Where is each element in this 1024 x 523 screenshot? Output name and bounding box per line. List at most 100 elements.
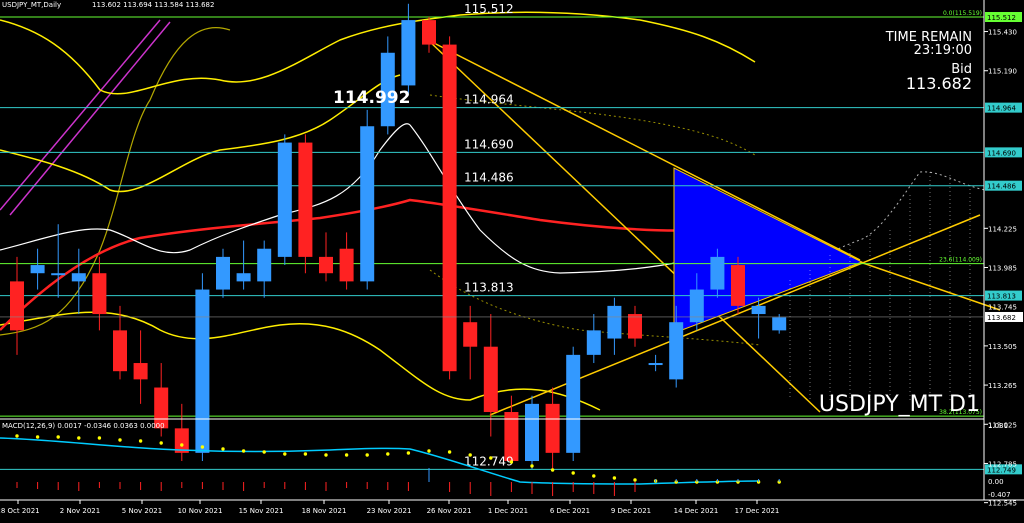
price-tick-label: 113.265 xyxy=(988,382,1017,390)
macd-signal-dot xyxy=(571,471,575,475)
price-tick-label: 112.785 xyxy=(988,460,1017,468)
macd-signal-dot xyxy=(262,450,266,454)
bid-value: 113.682 xyxy=(906,74,972,93)
candle-body xyxy=(113,330,127,372)
macd-signal-dot xyxy=(56,435,60,439)
price-tick-label: 113.985 xyxy=(988,265,1017,273)
candle-body xyxy=(277,142,292,257)
fib-level-label: 23.6(114.009) xyxy=(939,257,982,264)
macd-signal-dot xyxy=(365,453,369,457)
macd-signal-dot xyxy=(159,441,163,445)
ohlc-header: 113.602 113.694 113.584 113.682 xyxy=(92,1,214,9)
symbol-watermark: USDJPY_MT D1 xyxy=(819,392,980,417)
macd-signal-dot xyxy=(97,436,102,440)
axis-level-tag-text: 114.690 xyxy=(987,149,1016,157)
macd-signal-dot xyxy=(15,434,19,438)
candle-body xyxy=(586,330,601,355)
date-tick-label: 14 Dec 2021 xyxy=(674,507,719,515)
macd-signal-dot xyxy=(35,435,40,439)
price-tick-label: 112.545 xyxy=(988,500,1017,508)
macd-axis-top: 1.031 xyxy=(988,422,1008,430)
macd-signal-dot xyxy=(221,447,225,451)
candle-body xyxy=(628,314,642,339)
macd-signal-dot xyxy=(386,452,390,456)
candle-body xyxy=(92,273,107,315)
fib-level-label: 0.0(115.519) xyxy=(943,10,982,17)
macd-signal-dot xyxy=(344,453,349,457)
chart-window[interactable]: 115.512 0.0(115.519) 115.512 114.964 114.964… xyxy=(0,0,1024,519)
symbol-header: USDJPY_MT,Daily xyxy=(2,1,61,9)
current-price-tag-text: 113.682 xyxy=(987,314,1016,322)
candle-body xyxy=(10,281,24,331)
candle-body xyxy=(51,273,66,276)
candle-body xyxy=(710,256,725,290)
macd-signal-dot xyxy=(241,449,246,453)
level-label: 114.964 xyxy=(464,93,514,107)
candle-body xyxy=(195,289,210,453)
date-tick-label: 10 Nov 2021 xyxy=(178,507,223,515)
level-label: 113.813 xyxy=(464,281,514,295)
level-label: 114.690 xyxy=(464,137,514,151)
macd-signal-dot xyxy=(283,452,287,456)
candle-body xyxy=(689,289,704,323)
macd-signal-dot xyxy=(303,452,308,456)
axis-level-tag-text: 114.486 xyxy=(987,183,1016,191)
candle-body xyxy=(566,354,581,453)
candle-body xyxy=(545,403,560,453)
macd-label: MACD(12,26,9) 0.0017 -0.0346 0.0363 0.00… xyxy=(2,422,165,430)
candle-body xyxy=(236,273,251,282)
macd-signal-dot xyxy=(530,464,534,468)
candle-body xyxy=(298,142,313,257)
macd-signal-dot xyxy=(200,445,205,449)
candle-body xyxy=(772,317,787,331)
level-label: 115.512 xyxy=(464,2,514,16)
price-tick-label: 113.505 xyxy=(988,343,1017,351)
candle-body xyxy=(257,248,272,282)
price-tick-label: 114.225 xyxy=(988,225,1017,233)
macd-signal-dot xyxy=(633,478,637,482)
candle-body xyxy=(442,44,457,372)
date-tick-label: 9 Dec 2021 xyxy=(611,507,651,515)
date-tick-label: 2 Nov 2021 xyxy=(60,507,100,515)
macd-signal-dot xyxy=(180,443,184,447)
candle-body xyxy=(463,322,478,347)
macd-signal-dot xyxy=(406,451,411,455)
axis-level-tag-text: 113.813 xyxy=(987,293,1016,301)
date-tick-label: 17 Dec 2021 xyxy=(735,507,780,515)
candle-body xyxy=(133,363,148,380)
candle-body xyxy=(607,305,622,339)
macd-signal-dot xyxy=(447,450,452,454)
macd-signal-dot xyxy=(612,476,617,480)
price-chart[interactable]: 115.512 0.0(115.519) 115.512 114.964 114.964… xyxy=(0,0,1024,519)
date-tick-label: 28 Oct 2021 xyxy=(0,507,40,515)
price-tick-label: 115.190 xyxy=(988,68,1017,76)
date-tick-label: 5 Nov 2021 xyxy=(122,507,162,515)
candle-body xyxy=(525,403,539,462)
candle-body xyxy=(669,322,684,380)
candle-body xyxy=(360,126,375,282)
candle-body xyxy=(216,256,230,290)
price-tick-label: 115.430 xyxy=(988,29,1017,37)
macd-axis-zero: 0.00 xyxy=(988,478,1004,486)
candle-body xyxy=(422,20,436,45)
candle-body xyxy=(731,265,745,306)
candle-body xyxy=(483,346,498,413)
candle-body xyxy=(751,305,766,315)
candle-body xyxy=(339,248,354,282)
macd-signal-dot xyxy=(468,453,472,457)
macd-signal-dot xyxy=(592,474,596,478)
candle-body xyxy=(319,256,333,274)
price-extra-label: 113.745 xyxy=(988,304,1017,312)
candle-body xyxy=(401,20,416,86)
level-label: 114.486 xyxy=(464,171,514,185)
macd-signal-dot xyxy=(509,460,514,464)
candle-body xyxy=(71,273,86,282)
time-remain-value: 23:19:00 xyxy=(914,43,972,58)
macd-signal-dot xyxy=(324,453,328,457)
axis-level-tag-text: 114.964 xyxy=(987,105,1016,113)
date-tick-label: 26 Nov 2021 xyxy=(427,507,472,515)
macd-axis-bottom: -0.407 xyxy=(988,491,1011,499)
macd-signal-dot xyxy=(118,438,122,442)
date-tick-label: 18 Nov 2021 xyxy=(302,507,347,515)
macd-signal-dot xyxy=(138,439,143,443)
